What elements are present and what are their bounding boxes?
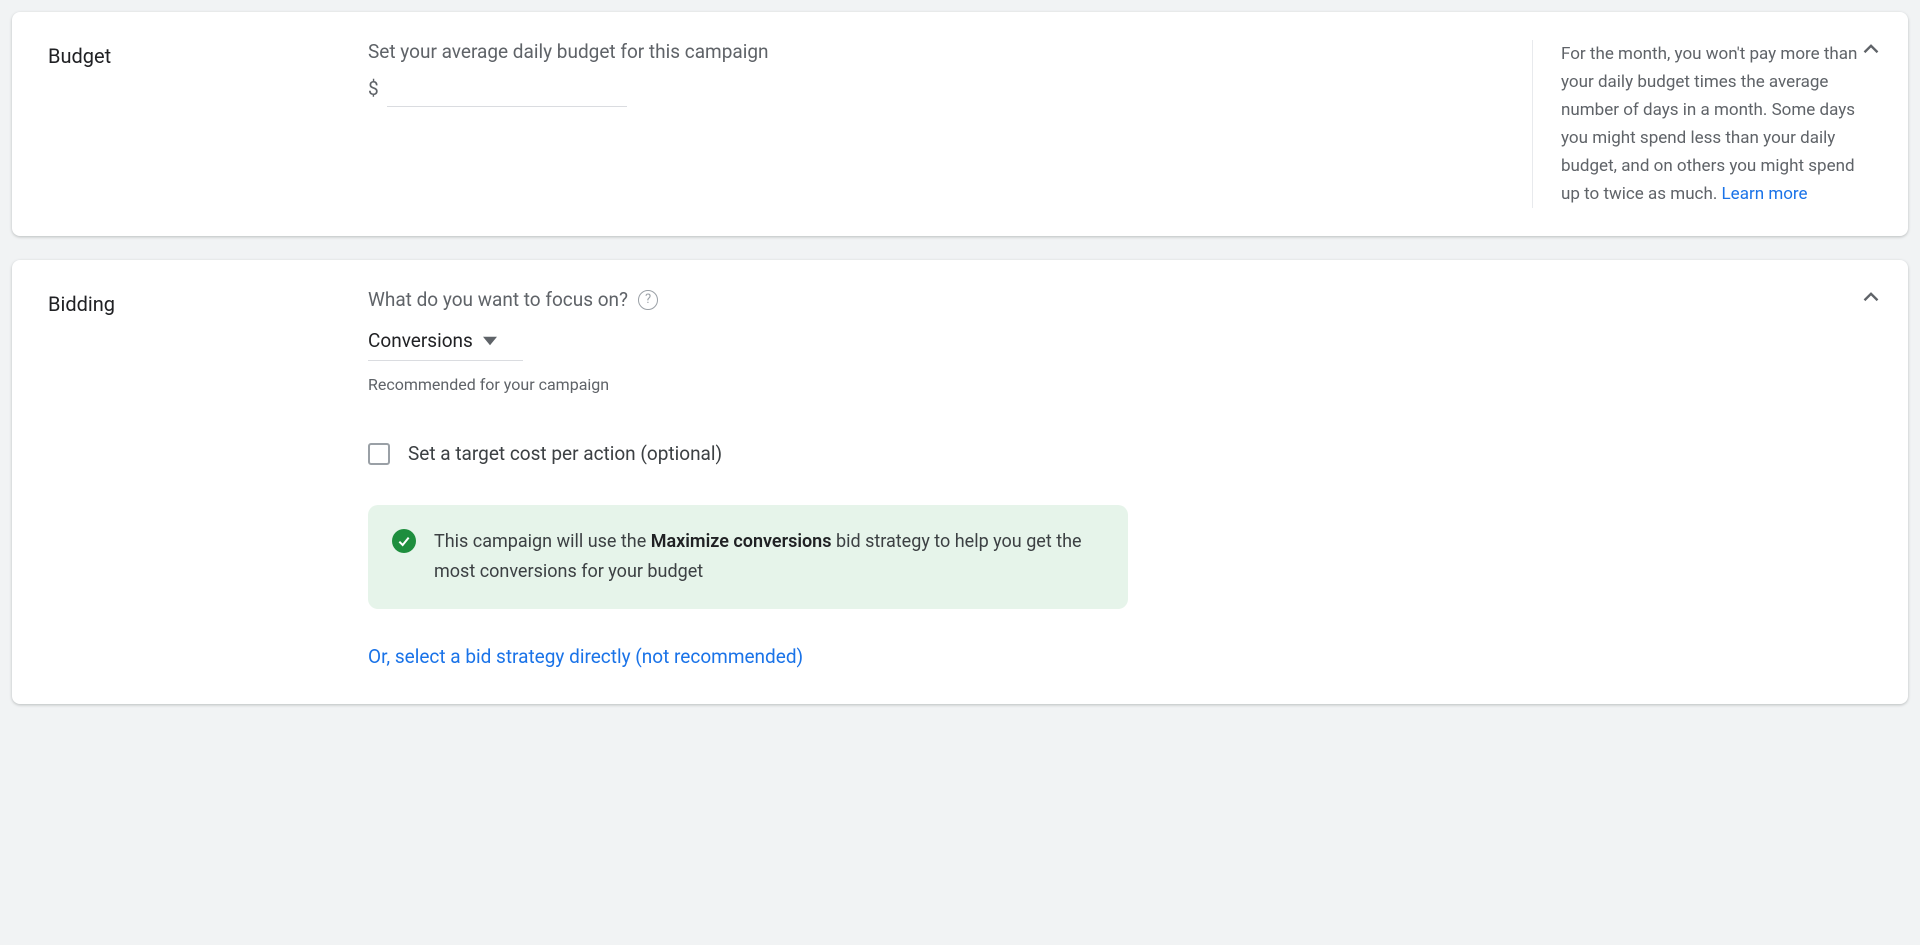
chevron-up-icon (1858, 36, 1884, 62)
budget-amount-input[interactable] (387, 77, 627, 107)
caret-down-icon (483, 334, 497, 348)
bidding-prompt-text: What do you want to focus on? (368, 288, 628, 311)
budget-section-body: Set your average daily budget for this c… (368, 40, 1504, 208)
budget-section-title: Budget (48, 40, 368, 208)
chevron-up-icon (1858, 284, 1884, 310)
focus-dropdown[interactable]: Conversions (368, 323, 523, 361)
budget-card: Budget Set your average daily budget for… (12, 12, 1908, 236)
bidding-section-title: Bidding (48, 288, 368, 675)
bidding-section-body: What do you want to focus on? ? Conversi… (368, 288, 1872, 675)
help-icon[interactable]: ? (638, 290, 658, 310)
bidding-card: Bidding What do you want to focus on? ? … (12, 260, 1908, 703)
notice-text: This campaign will use the Maximize conv… (434, 527, 1104, 586)
budget-input-row: $ (368, 77, 1504, 107)
budget-info-panel: For the month, you won't pay more than y… (1532, 40, 1872, 208)
learn-more-link[interactable]: Learn more (1722, 184, 1808, 204)
check-circle-icon (392, 529, 416, 553)
collapse-budget-button[interactable] (1858, 36, 1884, 62)
target-cpa-label: Set a target cost per action (optional) (408, 442, 722, 465)
budget-prompt: Set your average daily budget for this c… (368, 40, 1504, 63)
currency-symbol: $ (368, 77, 379, 100)
focus-dropdown-value: Conversions (368, 329, 473, 352)
notice-bold: Maximize conversions (651, 531, 832, 552)
bid-strategy-notice: This campaign will use the Maximize conv… (368, 505, 1128, 608)
collapse-bidding-button[interactable] (1858, 284, 1884, 310)
notice-pre: This campaign will use the (434, 531, 651, 552)
budget-info-text: For the month, you won't pay more than y… (1561, 44, 1857, 204)
select-bid-strategy-link[interactable]: Or, select a bid strategy directly (not … (368, 645, 803, 668)
target-cpa-checkbox[interactable] (368, 443, 390, 465)
focus-helper-text: Recommended for your campaign (368, 375, 1872, 394)
bidding-prompt: What do you want to focus on? ? (368, 288, 1872, 311)
target-cpa-row: Set a target cost per action (optional) (368, 442, 1872, 465)
